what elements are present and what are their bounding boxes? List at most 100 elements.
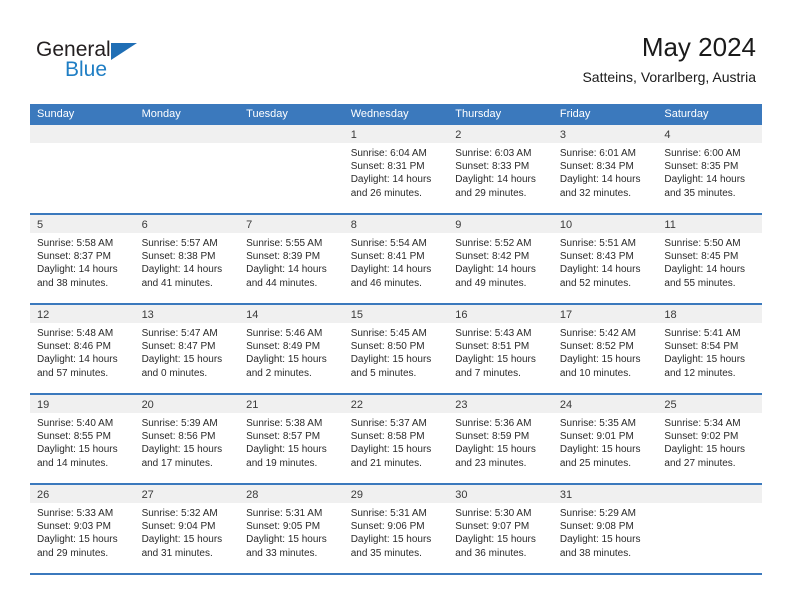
- day-cell[interactable]: 24 Sunrise: 5:35 AM Sunset: 9:01 PM Dayl…: [552, 395, 658, 483]
- day-number-strip: 13: [134, 305, 240, 323]
- sunrise-text: Sunrise: 5:45 AM: [350, 328, 427, 339]
- day-cell[interactable]: [239, 125, 344, 213]
- day-number: 15: [350, 309, 363, 321]
- day-cell[interactable]: 12 Sunrise: 5:48 AM Sunset: 8:46 PM Dayl…: [30, 305, 135, 393]
- day-number-strip: 8: [343, 215, 449, 233]
- day-cell[interactable]: 23 Sunrise: 5:36 AM Sunset: 8:59 PM Dayl…: [448, 395, 553, 483]
- day-cell[interactable]: [657, 485, 762, 573]
- day-details: [239, 143, 344, 147]
- sunrise-text: Sunrise: 5:41 AM: [664, 328, 741, 339]
- daylight-text-line2: and 21 minutes.: [350, 457, 422, 469]
- day-cell[interactable]: 9 Sunrise: 5:52 AM Sunset: 8:42 PM Dayli…: [448, 215, 553, 303]
- day-number-strip: 18: [657, 305, 762, 323]
- sunset-text: Sunset: 8:52 PM: [559, 341, 634, 353]
- day-cell[interactable]: 13 Sunrise: 5:47 AM Sunset: 8:47 PM Dayl…: [134, 305, 240, 393]
- day-cell[interactable]: 8 Sunrise: 5:54 AM Sunset: 8:41 PM Dayli…: [343, 215, 449, 303]
- daylight-text-line2: and 25 minutes.: [559, 457, 632, 469]
- daylight-text-line1: Daylight: 15 hours: [246, 534, 327, 546]
- day-cell[interactable]: 25 Sunrise: 5:34 AM Sunset: 9:02 PM Dayl…: [657, 395, 762, 483]
- daylight-text-line2: and 35 minutes.: [664, 187, 736, 199]
- day-cell[interactable]: 4 Sunrise: 6:00 AM Sunset: 8:35 PM Dayli…: [657, 125, 762, 213]
- daylight-text-line2: and 23 minutes.: [455, 457, 527, 469]
- day-number-strip: 4: [657, 125, 762, 143]
- daylight-text-line2: and 10 minutes.: [559, 367, 632, 379]
- daylight-text-line1: Daylight: 15 hours: [141, 534, 223, 546]
- day-details: [657, 503, 762, 507]
- day-number-strip: 1: [343, 125, 449, 143]
- day-cell[interactable]: 30 Sunrise: 5:30 AM Sunset: 9:07 PM Dayl…: [448, 485, 553, 573]
- daylight-text-line1: Daylight: 15 hours: [664, 354, 746, 366]
- day-cell[interactable]: 27 Sunrise: 5:32 AM Sunset: 9:04 PM Dayl…: [134, 485, 240, 573]
- daylight-text-line2: and 12 minutes.: [664, 367, 736, 379]
- day-number-strip: 3: [552, 125, 658, 143]
- day-cell[interactable]: [30, 125, 135, 213]
- day-cell[interactable]: 14 Sunrise: 5:46 AM Sunset: 8:49 PM Dayl…: [239, 305, 344, 393]
- sunrise-text: Sunrise: 5:39 AM: [141, 418, 218, 429]
- day-cell[interactable]: 16 Sunrise: 5:43 AM Sunset: 8:51 PM Dayl…: [448, 305, 553, 393]
- day-cell[interactable]: 10 Sunrise: 5:51 AM Sunset: 8:43 PM Dayl…: [552, 215, 658, 303]
- day-number: 27: [141, 489, 154, 501]
- daylight-text-line1: Daylight: 14 hours: [37, 264, 118, 276]
- day-number-strip: 23: [448, 395, 553, 413]
- sunset-text: Sunset: 9:05 PM: [246, 521, 321, 533]
- day-number-strip: 16: [448, 305, 553, 323]
- day-cell[interactable]: 28 Sunrise: 5:31 AM Sunset: 9:05 PM Dayl…: [239, 485, 344, 573]
- day-cell[interactable]: 17 Sunrise: 5:42 AM Sunset: 8:52 PM Dayl…: [552, 305, 658, 393]
- general-blue-logo[interactable]: General Blue: [36, 38, 176, 86]
- sunset-text: Sunset: 8:37 PM: [37, 251, 111, 263]
- daylight-text-line2: and 46 minutes.: [350, 277, 422, 289]
- day-cell[interactable]: 31 Sunrise: 5:29 AM Sunset: 9:08 PM Dayl…: [552, 485, 658, 573]
- sunset-text: Sunset: 8:55 PM: [37, 431, 111, 443]
- day-details: Sunrise: 5:40 AM Sunset: 8:55 PM Dayligh…: [30, 413, 135, 470]
- day-cell[interactable]: [134, 125, 240, 213]
- sunrise-text: Sunrise: 5:42 AM: [559, 328, 636, 339]
- day-cell[interactable]: 22 Sunrise: 5:37 AM Sunset: 8:58 PM Dayl…: [343, 395, 449, 483]
- day-number: 20: [141, 399, 154, 411]
- day-details: Sunrise: 5:46 AM Sunset: 8:49 PM Dayligh…: [239, 323, 344, 380]
- daylight-text-line1: Daylight: 15 hours: [455, 534, 536, 546]
- day-cell[interactable]: 11 Sunrise: 5:50 AM Sunset: 8:45 PM Dayl…: [657, 215, 762, 303]
- day-cell[interactable]: 18 Sunrise: 5:41 AM Sunset: 8:54 PM Dayl…: [657, 305, 762, 393]
- day-cell[interactable]: 21 Sunrise: 5:38 AM Sunset: 8:57 PM Dayl…: [239, 395, 344, 483]
- daylight-text-line2: and 52 minutes.: [559, 277, 632, 289]
- day-details: Sunrise: 5:33 AM Sunset: 9:03 PM Dayligh…: [30, 503, 135, 560]
- daylight-text-line2: and 36 minutes.: [455, 547, 527, 559]
- sunrise-text: Sunrise: 5:37 AM: [350, 418, 427, 429]
- sunset-text: Sunset: 8:38 PM: [141, 251, 216, 263]
- daylight-text-line1: Daylight: 14 hours: [559, 264, 641, 276]
- sunrise-text: Sunrise: 6:01 AM: [559, 148, 636, 159]
- day-cell[interactable]: 19 Sunrise: 5:40 AM Sunset: 8:55 PM Dayl…: [30, 395, 135, 483]
- page-title: May 2024: [641, 32, 756, 62]
- sunrise-text: Sunrise: 5:54 AM: [350, 238, 427, 249]
- sunrise-text: Sunrise: 5:38 AM: [246, 418, 323, 429]
- day-cell[interactable]: 6 Sunrise: 5:57 AM Sunset: 8:38 PM Dayli…: [134, 215, 240, 303]
- day-number: 10: [559, 219, 573, 231]
- sunset-text: Sunset: 8:58 PM: [350, 431, 425, 443]
- day-number: 17: [559, 309, 573, 321]
- daylight-text-line1: Daylight: 15 hours: [350, 354, 432, 366]
- daylight-text-line2: and 17 minutes.: [141, 457, 213, 469]
- day-cell[interactable]: 7 Sunrise: 5:55 AM Sunset: 8:39 PM Dayli…: [239, 215, 344, 303]
- day-details: Sunrise: 5:58 AM Sunset: 8:37 PM Dayligh…: [30, 233, 135, 290]
- weekday-header-tuesday: Tuesday: [246, 108, 288, 120]
- sunrise-text: Sunrise: 5:57 AM: [141, 238, 218, 249]
- day-cell[interactable]: 2 Sunrise: 6:03 AM Sunset: 8:33 PM Dayli…: [448, 125, 553, 213]
- day-number-strip: 17: [552, 305, 658, 323]
- daylight-text-line2: and 49 minutes.: [455, 277, 527, 289]
- day-details: [135, 143, 240, 147]
- sunset-text: Sunset: 8:42 PM: [455, 251, 530, 263]
- day-number-strip: 7: [239, 215, 344, 233]
- day-cell[interactable]: 1 Sunrise: 6:04 AM Sunset: 8:31 PM Dayli…: [343, 125, 449, 213]
- day-cell[interactable]: 5 Sunrise: 5:58 AM Sunset: 8:37 PM Dayli…: [30, 215, 135, 303]
- day-cell[interactable]: 20 Sunrise: 5:39 AM Sunset: 8:56 PM Dayl…: [134, 395, 240, 483]
- day-cell[interactable]: 15 Sunrise: 5:45 AM Sunset: 8:50 PM Dayl…: [343, 305, 449, 393]
- weekday-header-sunday: Sunday: [37, 108, 75, 120]
- sunrise-text: Sunrise: 5:31 AM: [246, 508, 323, 519]
- day-number-strip: 2: [448, 125, 553, 143]
- weekday-header-monday: Monday: [141, 108, 181, 120]
- day-cell[interactable]: 29 Sunrise: 5:31 AM Sunset: 9:06 PM Dayl…: [343, 485, 449, 573]
- day-cell[interactable]: 3 Sunrise: 6:01 AM Sunset: 8:34 PM Dayli…: [552, 125, 658, 213]
- day-cell[interactable]: 26 Sunrise: 5:33 AM Sunset: 9:03 PM Dayl…: [30, 485, 135, 573]
- day-number-strip: 11: [657, 215, 762, 233]
- daylight-text-line1: Daylight: 15 hours: [141, 354, 223, 366]
